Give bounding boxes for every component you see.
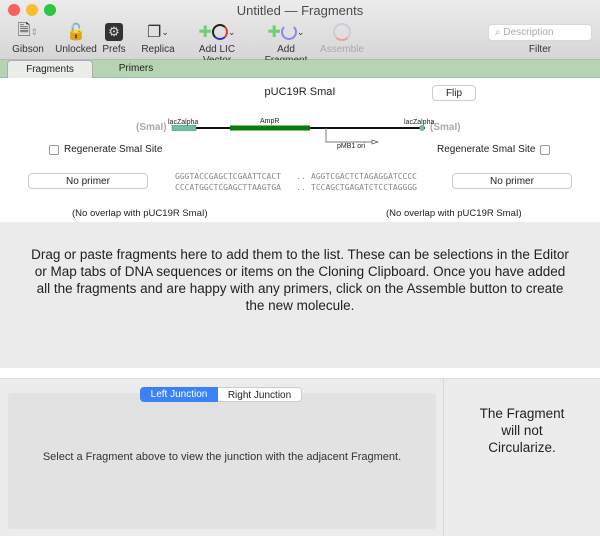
seq-ellipsis: ....: [296, 171, 306, 193]
checkbox-box[interactable]: [540, 144, 551, 155]
feature-label: lacZalpha: [168, 119, 199, 126]
junction-message: Select a Fragment above to view the junc…: [42, 451, 402, 463]
unlocked-button[interactable]: 🔓 Unlocked: [53, 20, 99, 55]
add-lic-vector-icon: ✚ ⌄: [198, 24, 236, 41]
overlap-right: (No overlap with pUC19R SmaI): [386, 208, 522, 219]
search-placeholder: Description: [503, 27, 554, 38]
tab-fragments[interactable]: Fragments: [7, 60, 93, 78]
tab-primers[interactable]: Primers: [93, 60, 179, 78]
tab-bar: Fragments Primers: [0, 60, 600, 78]
prefs-gear-icon: ⚙: [100, 20, 128, 44]
toolbar: Untitled — Fragments 🗎 ⇕ Gibson 🔓 Unlocked …: [0, 0, 600, 66]
lacz-left-feature: [171, 125, 197, 131]
assemble-button[interactable]: Assemble: [320, 20, 364, 55]
left-primer-button[interactable]: No primer: [28, 173, 148, 189]
replica-label: Replica: [141, 44, 175, 55]
seq-left: GGGTACCGAGCTCGAATTCACT CCCATGGCTCGAGCTTAA…: [175, 171, 281, 193]
feature-label: AmpR: [260, 118, 280, 125]
regenerate-right-checkbox[interactable]: Regenerate SmaI Site: [437, 144, 551, 155]
regenerate-right-label: Regenerate SmaI Site: [437, 144, 536, 155]
prefs-button[interactable]: ⚙ Prefs: [100, 20, 128, 55]
regenerate-left-label: Regenerate SmaI Site: [64, 144, 163, 155]
flip-button[interactable]: Flip: [432, 85, 476, 101]
seq-top-right: AGGTCGACTCTAGAGGATCCCC: [311, 172, 417, 181]
lacz-right-feature: [419, 125, 425, 131]
circularize-status: The Fragment will not Circularize.: [443, 378, 600, 536]
assemble-icon: [320, 20, 364, 44]
tab-right-junction[interactable]: Right Junction: [218, 387, 302, 402]
gibson-label: Gibson: [12, 44, 44, 55]
tab-left-junction[interactable]: Left Junction: [140, 387, 218, 402]
seq-top-left: GGGTACCGAGCTCGAATTCACT: [175, 172, 281, 181]
fragment-name: pUC19R SmaI: [264, 86, 336, 98]
unlocked-padlock-icon: 🔓: [66, 24, 86, 41]
gibson-button[interactable]: 🗎 ⇕ Gibson: [8, 20, 48, 56]
checkbox-box[interactable]: [49, 144, 59, 155]
unlocked-label: Unlocked: [55, 44, 97, 55]
feature-label: pMB1 ori: [337, 143, 366, 150]
assemble-label: Assemble: [320, 44, 364, 55]
filter-label: Filter: [528, 44, 552, 55]
junction-view: Select a Fragment above to view the junc…: [8, 393, 436, 529]
ellipsis-bottom: ..: [296, 183, 306, 192]
circularize-message: The Fragment will not Circularize.: [479, 406, 565, 455]
fragment-drop-zone[interactable]: Drag or paste fragments here to add them…: [0, 222, 600, 368]
seq-bottom-right: TCCAGCTGAGATCTCCTAGGGG: [311, 183, 417, 192]
seq-bottom-left: CCCATGGCTCGAGCTTAAGTGA: [175, 183, 281, 192]
ampr-feature: [230, 125, 310, 131]
right-primer-button[interactable]: No primer: [452, 173, 572, 189]
search-input[interactable]: ⌕ Description: [488, 24, 592, 41]
add-fragment-icon: ✚ ⌄: [267, 24, 305, 41]
overlap-left: (No overlap with pUC19R SmaI): [72, 208, 208, 219]
fragment-map[interactable]: [160, 116, 440, 156]
seq-right: AGGTCGACTCTAGAGGATCCCC TCCAGCTGAGATCTCCTA…: [311, 171, 417, 193]
feature-label: lacZalpha: [404, 119, 435, 126]
drop-instructions: Drag or paste fragments here to add them…: [31, 247, 569, 313]
window-title: Untitled — Fragments: [236, 3, 364, 18]
pmb1-arrow-icon: [371, 139, 380, 145]
replica-button[interactable]: ❐ ⌄ Replica: [136, 20, 180, 55]
prefs-label: Prefs: [102, 44, 126, 55]
replica-windows-icon: ❐ ⌄: [147, 24, 169, 41]
gibson-doc-icon: 🗎 ⇕: [17, 21, 39, 39]
search-icon: ⌕: [495, 27, 501, 38]
pmb1-ori-feature: [325, 128, 374, 143]
regenerate-left-checkbox[interactable]: Regenerate SmaI Site: [49, 144, 162, 155]
ellipsis-top: ..: [296, 172, 306, 181]
fragment-panel: pUC19R SmaI Flip (SmaI) (SmaI) lacZalpha…: [0, 78, 600, 222]
